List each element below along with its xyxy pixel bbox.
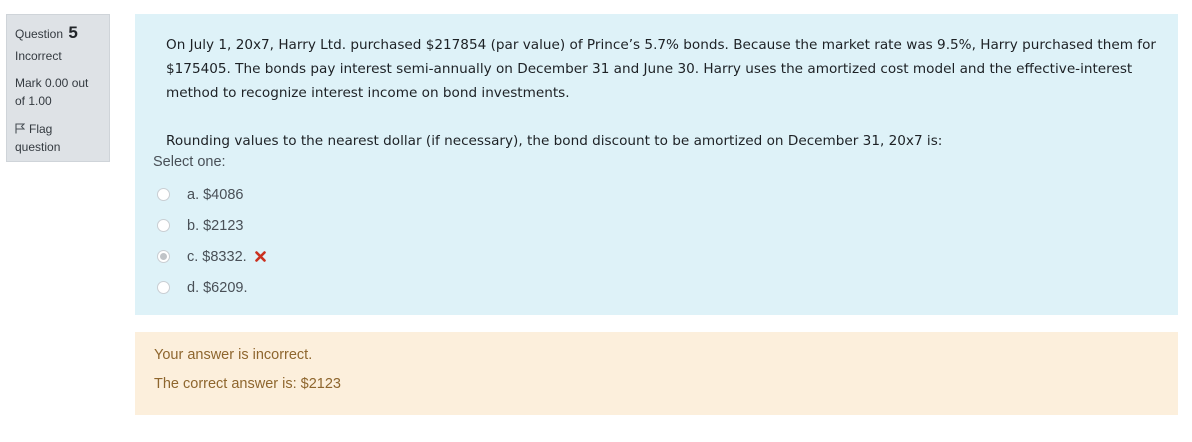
feedback-status: Your answer is incorrect.: [154, 347, 313, 363]
answer-option-d[interactable]: d. $6209.: [157, 272, 266, 303]
answer-option-d-radio[interactable]: [157, 281, 170, 294]
question-state: Incorrect: [15, 49, 62, 63]
question-number: Question 5: [15, 23, 101, 44]
question-text: On July 1, 20x7, Harry Ltd. purchased $2…: [166, 33, 1156, 153]
question-info: Question 5 Incorrect Mark 0.00 out of 1.…: [6, 14, 110, 162]
flag-question-button[interactable]: Flag question: [15, 120, 101, 156]
question-paragraph-1: On July 1, 20x7, Harry Ltd. purchased $2…: [166, 37, 1156, 101]
question-paragraph-2: Rounding values to the nearest dollar (i…: [166, 133, 943, 149]
flag-icon: [15, 123, 25, 134]
question-page: Question 5 Incorrect Mark 0.00 out of 1.…: [0, 0, 1192, 442]
answer-option-c[interactable]: c. $8332.: [157, 241, 266, 272]
answer-option-d-label[interactable]: d. $6209.: [187, 280, 247, 296]
answer-feedback: Your answer is incorrect. The correct an…: [135, 332, 1178, 415]
question-grade: Mark 0.00 out of 1.00: [15, 76, 89, 108]
answer-option-a-label[interactable]: a. $4086: [187, 187, 243, 203]
answer-option-a[interactable]: a. $4086: [157, 179, 266, 210]
question-content: On July 1, 20x7, Harry Ltd. purchased $2…: [135, 14, 1178, 315]
question-label: Question: [15, 27, 64, 41]
feedback-correct-answer: The correct answer is: $2123: [154, 376, 341, 392]
answer-prompt: Select one:: [153, 154, 226, 170]
answer-option-b-label[interactable]: b. $2123: [187, 218, 243, 234]
incorrect-times-icon: [254, 251, 266, 262]
question-number-value: 5: [68, 23, 78, 42]
answer-option-a-radio[interactable]: [157, 188, 170, 201]
answer-option-c-label[interactable]: c. $8332.: [187, 249, 247, 265]
answer-option-c-radio[interactable]: [157, 250, 170, 263]
answer-options: a. $4086 b. $2123 c. $8332. d. $6209.: [157, 179, 266, 303]
answer-option-b-radio[interactable]: [157, 219, 170, 232]
answer-option-b[interactable]: b. $2123: [157, 210, 266, 241]
